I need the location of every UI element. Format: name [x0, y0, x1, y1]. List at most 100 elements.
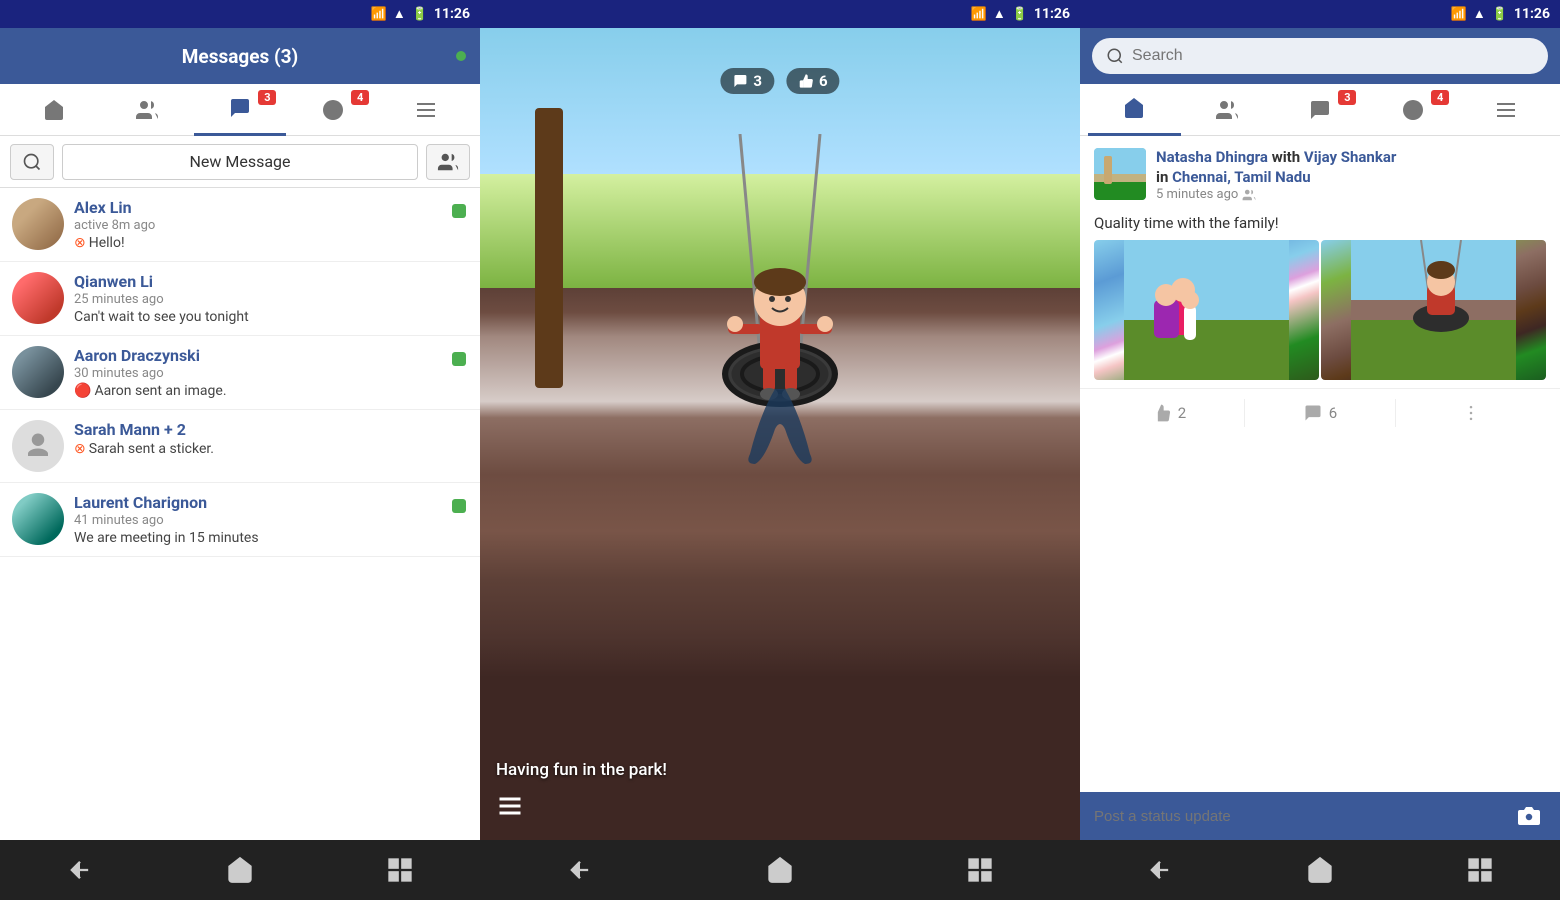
- post-location: Chennai, Tamil Nadu: [1172, 168, 1311, 186]
- message-preview-alex: ⊗Hello!: [74, 235, 468, 251]
- swing-scene: [480, 28, 1080, 840]
- message-item-aaron[interactable]: Aaron Draczynski 30 minutes ago 🔴Aaron s…: [0, 336, 480, 410]
- bottom-nav-2: [480, 840, 1080, 900]
- tab-menu-3[interactable]: [1459, 84, 1552, 136]
- post-images: [1080, 240, 1560, 388]
- hamburger-button[interactable]: [496, 792, 524, 824]
- messages-nav-tabs: 3 4: [0, 84, 480, 136]
- tab-messages-3[interactable]: 3: [1274, 84, 1367, 136]
- post-header: Natasha Dhingra with Vijay Shankar in Ch…: [1080, 136, 1560, 210]
- group-icon: [1242, 188, 1256, 202]
- more-action[interactable]: [1396, 403, 1546, 423]
- post-author-name1: Natasha Dhingra: [1156, 148, 1268, 166]
- post-avatar-svg: [1094, 148, 1146, 200]
- online-dot-alex: [452, 204, 466, 218]
- messages-badge-3: 3: [1338, 90, 1356, 105]
- comment-action[interactable]: 6: [1245, 403, 1395, 423]
- avatar-qianwen: [12, 272, 64, 324]
- online-dot-aaron: [452, 352, 466, 366]
- online-dot-laurent: [452, 499, 466, 513]
- nav-home-button-1[interactable]: [160, 840, 320, 900]
- tab-home-1[interactable]: [8, 84, 101, 136]
- bottom-nav-3: [1080, 840, 1560, 900]
- photo-main[interactable]: 3 6 Having fun in the park!: [480, 28, 1080, 840]
- status-update-input[interactable]: [1094, 808, 1502, 825]
- group-message-button[interactable]: [426, 144, 470, 180]
- nav-recents-button-3[interactable]: [1400, 840, 1560, 900]
- message-time-aaron: 30 minutes ago: [74, 366, 468, 381]
- status-update-bar: [1080, 792, 1560, 840]
- nav-home-button-3[interactable]: [1240, 840, 1400, 900]
- message-name-laurent: Laurent Charignon: [74, 493, 468, 512]
- tab-globe-3[interactable]: 4: [1366, 84, 1459, 136]
- search-box[interactable]: [1092, 38, 1548, 74]
- message-preview-aaron: 🔴Aaron sent an image.: [74, 383, 468, 399]
- post-author: Natasha Dhingra with Vijay Shankar in Ch…: [1156, 148, 1546, 187]
- wifi-icon-3: 📶: [1451, 7, 1467, 22]
- status-bar-3: 📶 ▲ 🔋 11:26: [1080, 0, 1560, 28]
- message-time-alex: active 8m ago: [74, 218, 468, 233]
- photo-caption-bar: Having fun in the park!: [480, 760, 1080, 780]
- tab-people-1[interactable]: [101, 84, 194, 136]
- bottom-nav-1: [0, 840, 480, 900]
- message-name-sarah: Sarah Mann + 2: [74, 420, 468, 439]
- wifi-icon-2: 📶: [971, 7, 987, 22]
- nav-back-button-3[interactable]: [1080, 840, 1240, 900]
- message-name-alex: Alex Lin: [74, 198, 468, 217]
- message-item-sarah[interactable]: Sarah Mann + 2 ⊗Sarah sent a sticker.: [0, 410, 480, 483]
- post-author-name2: Vijay Shankar: [1304, 148, 1396, 166]
- post-avatar: [1094, 148, 1146, 200]
- tab-menu-1[interactable]: [379, 84, 472, 136]
- photo-stats: 3 6: [720, 68, 839, 94]
- time-display-1: 11:26: [434, 6, 470, 22]
- like-count: 6: [819, 72, 828, 90]
- messages-topbar: Messages (3): [0, 28, 480, 84]
- battery-icon: 🔋: [412, 7, 428, 22]
- comment-count: 3: [753, 72, 762, 90]
- avatar-aaron: [12, 346, 64, 398]
- tab-messages-1[interactable]: 3: [194, 84, 287, 136]
- tab-home-3[interactable]: [1088, 84, 1181, 136]
- status-bar-2: 📶 ▲ 🔋 11:26: [480, 0, 1080, 28]
- post-text: Quality time with the family!: [1080, 210, 1560, 240]
- tab-globe-1[interactable]: 4: [286, 84, 379, 136]
- avatar-laurent: [12, 493, 64, 545]
- post-image-2[interactable]: [1321, 240, 1546, 380]
- post-img1-svg: [1094, 240, 1319, 380]
- message-item-qianwen[interactable]: Qianwen Li 25 minutes ago Can't wait to …: [0, 262, 480, 336]
- messages-toolbar: New Message: [0, 136, 480, 188]
- status-bar-1: 📶 ▲ 🔋 11:26: [0, 0, 480, 28]
- messages-panel: 📶 ▲ 🔋 11:26 Messages (3) 3 4: [0, 0, 480, 900]
- like-action[interactable]: 2: [1094, 403, 1244, 423]
- globe-badge-1: 4: [351, 90, 369, 105]
- message-list: Alex Lin active 8m ago ⊗Hello! Qianwen L…: [0, 188, 480, 840]
- photo-panel: 📶 ▲ 🔋 11:26: [480, 0, 1080, 900]
- nav-recents-button-2[interactable]: [880, 840, 1080, 900]
- post-image-1[interactable]: [1094, 240, 1319, 380]
- message-name-aaron: Aaron Draczynski: [74, 346, 468, 365]
- search-input[interactable]: [1132, 47, 1534, 65]
- message-preview-qianwen: Can't wait to see you tonight: [74, 309, 468, 325]
- new-message-button[interactable]: New Message: [62, 144, 418, 180]
- tab-people-3[interactable]: [1181, 84, 1274, 136]
- post-actions: 2 6: [1080, 388, 1560, 436]
- signal-icon-2: ▲: [993, 6, 1006, 22]
- nav-back-button-1[interactable]: [0, 840, 160, 900]
- post-time: 5 minutes ago: [1156, 187, 1546, 202]
- messages-title: Messages (3): [182, 45, 298, 68]
- message-item-laurent[interactable]: Laurent Charignon 41 minutes ago We are …: [0, 483, 480, 557]
- post-location-prefix: in: [1156, 168, 1172, 186]
- message-content-qianwen: Qianwen Li 25 minutes ago Can't wait to …: [74, 272, 468, 325]
- search-icon: [1106, 47, 1124, 65]
- nav-back-button-2[interactable]: [480, 840, 680, 900]
- signal-icon: ▲: [393, 6, 406, 22]
- search-button[interactable]: [10, 144, 54, 180]
- message-content-laurent: Laurent Charignon 41 minutes ago We are …: [74, 493, 468, 546]
- message-preview-laurent: We are meeting in 15 minutes: [74, 530, 468, 546]
- camera-button[interactable]: [1512, 799, 1546, 833]
- nav-recents-button-1[interactable]: [320, 840, 480, 900]
- post-with-text: with: [1272, 148, 1304, 166]
- swing-svg: [620, 134, 940, 734]
- message-item-alex[interactable]: Alex Lin active 8m ago ⊗Hello!: [0, 188, 480, 262]
- nav-home-button-2[interactable]: [680, 840, 880, 900]
